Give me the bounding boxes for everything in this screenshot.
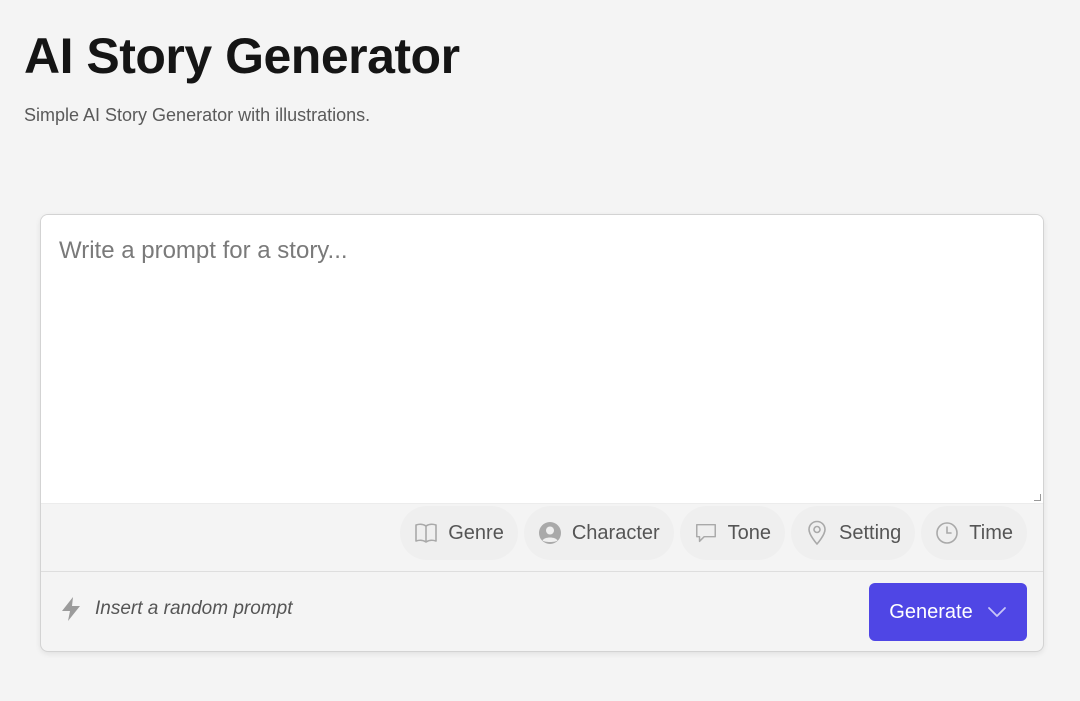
- genre-chip[interactable]: Genre: [400, 506, 518, 560]
- random-prompt-button[interactable]: Insert a random prompt: [59, 597, 292, 621]
- lightning-icon: [59, 597, 83, 621]
- prompt-options: Genre Character Tone Setting Time: [400, 505, 1027, 561]
- tone-chip[interactable]: Tone: [679, 506, 786, 560]
- footer-divider: [41, 571, 1043, 572]
- book-icon: [414, 521, 438, 545]
- user-circle-icon: [538, 521, 562, 545]
- clock-icon: [935, 521, 959, 545]
- speech-bubble-icon: [694, 521, 718, 545]
- character-chip[interactable]: Character: [523, 506, 674, 560]
- map-pin-icon: [805, 520, 829, 545]
- character-label: Character: [571, 521, 660, 544]
- setting-chip[interactable]: Setting: [791, 506, 916, 560]
- chevron-down-icon: [987, 601, 1007, 624]
- page-header: AI Story Generator Simple AI Story Gener…: [24, 24, 460, 126]
- prompt-input[interactable]: [41, 215, 1043, 503]
- generate-button[interactable]: Generate: [869, 583, 1027, 641]
- setting-label: Setting: [839, 521, 902, 544]
- page-subtitle: Simple AI Story Generator with illustrat…: [24, 105, 371, 125]
- generate-label: Generate: [889, 600, 973, 623]
- resize-handle[interactable]: [1034, 494, 1041, 501]
- story-form-card: Genre Character Tone: [40, 214, 1044, 652]
- random-prompt-label: Insert a random prompt: [95, 598, 293, 619]
- genre-label: Genre: [448, 521, 504, 544]
- page-title: AI Story Generator: [24, 28, 460, 84]
- tone-label: Tone: [727, 521, 772, 544]
- time-label: Time: [969, 521, 1013, 544]
- time-chip[interactable]: Time: [921, 506, 1027, 560]
- prompt-area: [41, 215, 1043, 504]
